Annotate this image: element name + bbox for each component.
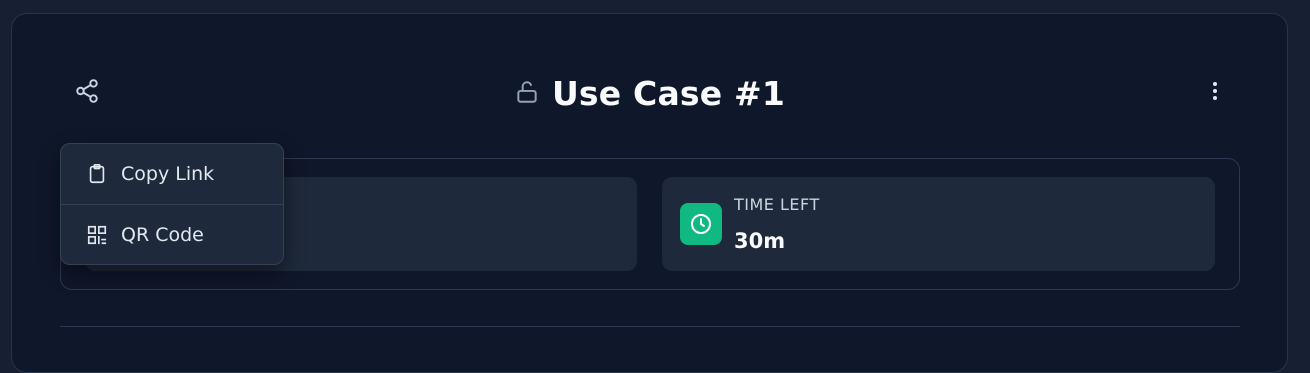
page-title: Use Case #1: [551, 74, 786, 113]
clock-icon: [680, 203, 722, 245]
time-left-label: TIME LEFT: [734, 195, 820, 214]
more-vertical-icon: [1203, 79, 1227, 107]
menu-item-copy-link[interactable]: Copy Link: [61, 144, 283, 204]
menu-item-label: Copy Link: [121, 163, 215, 185]
stat-card-time-left: TIME LEFT 30m: [662, 177, 1215, 271]
more-options-button[interactable]: [1200, 78, 1230, 108]
title-area: Use Case #1: [12, 74, 1287, 113]
share-menu: Copy Link QR Code: [60, 143, 284, 265]
divider: [60, 326, 1240, 327]
time-left-value: 30m: [734, 229, 786, 253]
clipboard-icon: [85, 162, 109, 186]
menu-item-label: QR Code: [121, 224, 204, 246]
menu-item-qr-code[interactable]: QR Code: [61, 204, 283, 264]
qr-code-icon: [85, 223, 109, 247]
unlock-icon: [514, 79, 540, 109]
